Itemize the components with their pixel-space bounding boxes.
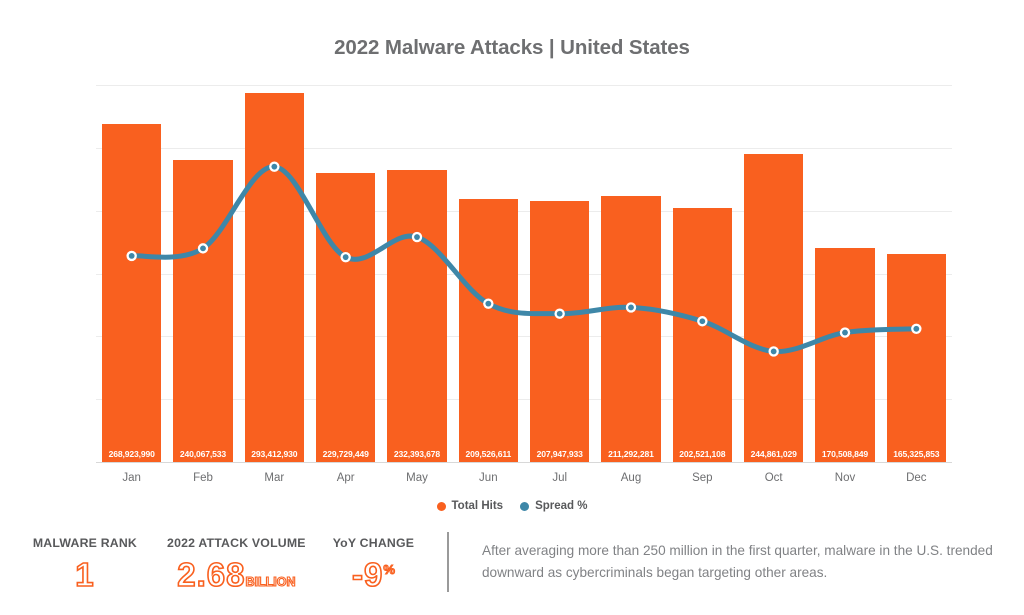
bar[interactable]: 229,729,449	[316, 173, 376, 462]
bar[interactable]: 293,412,930	[244, 93, 304, 462]
x-axis-tick-label: Dec	[906, 472, 927, 484]
bar-slot: 244,861,029 Oct	[738, 85, 809, 484]
stat-number: 1	[74, 556, 95, 593]
legend-label: Total Hits	[451, 500, 504, 512]
stat-suffix: %	[383, 562, 396, 577]
bar-slot: 232,393,678 May	[381, 85, 452, 484]
bar-value-label: 268,923,990	[108, 449, 155, 459]
bar-slot: 202,521,108 Sep	[667, 85, 738, 484]
bar[interactable]: 209,526,611	[458, 198, 518, 462]
stat-block: MALWARE RANK 1	[14, 536, 156, 593]
x-axis-tick-label: Nov	[834, 472, 856, 484]
bar-value-label: 209,526,611	[465, 449, 512, 459]
stat-label: YoY CHANGE	[332, 536, 415, 550]
bar-slot: 170,508,849 Nov	[809, 85, 880, 484]
bar-value-label: 229,729,449	[322, 449, 369, 459]
stat-suffix: BILLION	[245, 575, 296, 589]
x-axis-tick-label: Aug	[620, 472, 642, 484]
bar-slot: 207,947,933 Jul	[524, 85, 595, 484]
bar-value-label: 293,412,930	[251, 449, 298, 459]
legend-label: Spread %	[535, 500, 588, 512]
bar-value-label: 170,508,849	[821, 449, 869, 459]
bar-slot: 229,729,449 Apr	[310, 85, 381, 484]
x-axis-tick-label: Apr	[336, 472, 355, 484]
bar-series: 268,923,990 Jan 240,067,533 Feb 293,412,930 M…	[96, 85, 952, 484]
bar-value-label: 165,325,853	[893, 449, 940, 459]
x-axis-tick-label: Sep	[692, 472, 713, 484]
x-axis-tick-label: Jun	[479, 472, 498, 484]
bar-value-label: 232,393,678	[393, 449, 441, 459]
footer-divider	[447, 532, 449, 592]
bar-value-label: 244,861,029	[750, 449, 797, 459]
stat-block: 2022 ATTACK VOLUME 2.68BILLION	[156, 536, 317, 593]
legend-swatch-circle-icon	[520, 501, 530, 511]
stat-number: 2.68	[176, 556, 246, 593]
footer-panel: MALWARE RANK 1 2022 ATTACK VOLUME 2.68BILLI…	[0, 528, 1024, 615]
bar[interactable]: 211,292,281	[601, 196, 661, 462]
x-axis-tick-label: Feb	[193, 472, 213, 484]
x-axis-tick-label: May	[406, 472, 428, 484]
stat-value: -9%	[317, 556, 430, 593]
bar-slot: 240,067,533 Feb	[167, 85, 238, 484]
bar[interactable]: 240,067,533	[173, 160, 233, 462]
gridline	[96, 462, 952, 463]
bar-slot: 293,412,930 Mar	[239, 85, 310, 484]
chart-container: 050M100M150M200M250M300M 051015202530 To…	[0, 78, 1024, 498]
x-axis-tick-label: Mar	[264, 472, 285, 484]
bar[interactable]: 165,325,853	[886, 254, 946, 462]
bar[interactable]: 170,508,849	[815, 247, 875, 462]
x-axis-tick-label: Oct	[764, 472, 783, 484]
plot-area: 050M100M150M200M250M300M 051015202530 To…	[96, 85, 952, 484]
chart-legend: Total Hits Spread %	[0, 500, 1024, 512]
bar[interactable]: 244,861,029	[744, 154, 804, 462]
stat-value: 2.68BILLION	[156, 556, 317, 593]
bar-slot: 211,292,281 Aug	[595, 85, 666, 484]
legend-swatch-circle-icon	[436, 501, 446, 511]
bar-value-label: 207,947,933	[536, 449, 583, 459]
stat-label: 2022 ATTACK VOLUME	[167, 536, 306, 550]
stat-label: MALWARE RANK	[32, 536, 138, 550]
stat-number: -9	[351, 556, 384, 593]
x-axis-tick-label: Jan	[122, 472, 141, 484]
bar-slot: 268,923,990 Jan	[96, 85, 167, 484]
summary-text: After averaging more than 250 million in…	[482, 543, 993, 581]
bar-slot: 165,325,853 Dec	[881, 85, 952, 484]
legend-item[interactable]: Spread %	[520, 500, 587, 512]
page-title: 2022 Malware Attacks | United States	[334, 36, 690, 59]
bar[interactable]: 232,393,678	[387, 169, 447, 462]
bar-value-label: 202,521,108	[679, 449, 726, 459]
x-axis-tick-label: Jul	[552, 472, 568, 484]
bar-slot: 209,526,611 Jun	[453, 85, 524, 484]
stat-value: 1	[14, 556, 156, 593]
stats-group: MALWARE RANK 1 2022 ATTACK VOLUME 2.68BILLI…	[14, 536, 430, 593]
stat-block: YoY CHANGE -9%	[317, 536, 430, 593]
bar[interactable]: 268,923,990	[102, 124, 162, 462]
bar-value-label: 240,067,533	[179, 449, 227, 459]
bar[interactable]: 207,947,933	[530, 200, 590, 462]
bar[interactable]: 202,521,108	[672, 207, 732, 462]
legend-item[interactable]: Total Hits	[436, 500, 504, 512]
bar-value-label: 211,292,281	[608, 449, 654, 459]
